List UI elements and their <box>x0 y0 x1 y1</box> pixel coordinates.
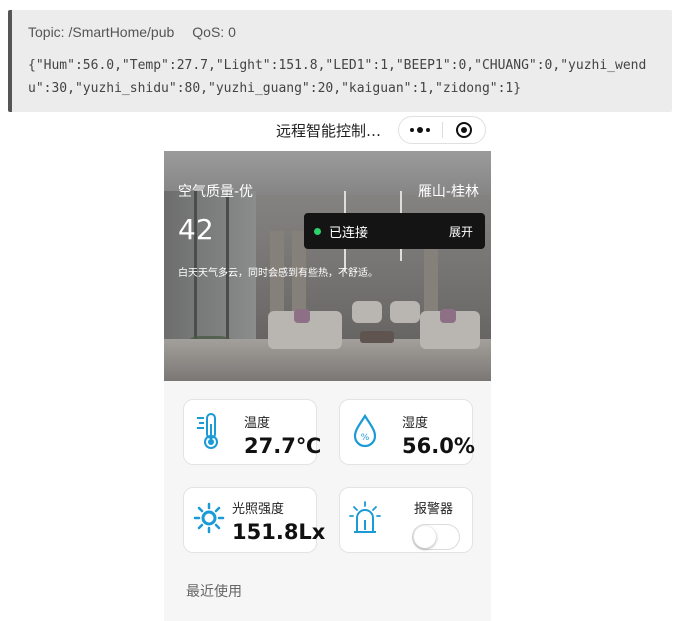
light-value: 151.8Lx <box>232 520 326 544</box>
hero-cushion <box>294 309 310 323</box>
alarm-light-icon <box>349 501 381 533</box>
sun-icon <box>193 502 225 534</box>
hero-chair <box>352 301 382 323</box>
hero-banner: 空气质量-优 雁山-桂林 42 白天天气多云，同时会感到有些热，不舒适。 已连接… <box>164 151 491 381</box>
recent-used-heading: 最近使用 <box>186 584 242 600</box>
miniprogram-title: 远程智能控制… <box>276 122 382 140</box>
toggle-knob <box>414 526 436 548</box>
temperature-label: 温度 <box>244 416 271 431</box>
light-card[interactable]: 光照强度 151.8Lx <box>183 487 325 553</box>
light-label: 光照强度 <box>232 502 285 517</box>
svg-text:%: % <box>361 433 370 443</box>
location-label: 雁山-桂林 <box>417 184 479 200</box>
aqi-value: 42 <box>178 213 214 246</box>
hero-cushion <box>440 309 456 323</box>
phone-screen: 空气质量-优 雁山-桂林 42 白天天气多云，同时会感到有些热，不舒适。 已连接… <box>164 151 491 621</box>
mqtt-meta: Topic: /SmartHome/pub QoS: 0 <box>28 24 672 40</box>
humidity-card[interactable]: % 湿度 56.0% <box>339 399 475 465</box>
water-drop-icon: % <box>353 413 377 448</box>
temperature-card[interactable]: 温度 27.7℃ <box>183 399 321 465</box>
temperature-value: 27.7℃ <box>244 434 322 458</box>
weather-description: 白天天气多云，同时会感到有些热，不舒适。 <box>178 268 378 279</box>
alarm-label: 报警器 <box>414 502 454 517</box>
hero-table <box>360 331 394 343</box>
thermometer-icon <box>197 413 218 449</box>
alarm-toggle[interactable] <box>412 524 460 550</box>
connection-bar[interactable]: 已连接 展开 <box>304 213 485 249</box>
expand-button[interactable]: 展开 <box>449 223 473 240</box>
alarm-card[interactable]: 报警器 <box>339 487 473 553</box>
mqtt-payload: {"Hum":56.0,"Temp":27.7,"Light":151.8,"L… <box>28 58 647 96</box>
humidity-value: 56.0% <box>402 434 475 458</box>
hero-chair <box>390 301 420 323</box>
connection-status-text: 已连接 <box>329 225 369 241</box>
connection-status-dot <box>314 227 321 235</box>
humidity-label: 湿度 <box>402 416 429 431</box>
mqtt-qos: QoS: 0 <box>192 24 236 40</box>
more-dots-icon[interactable] <box>399 117 442 143</box>
miniprogram-capsule <box>398 116 486 144</box>
mqtt-message-panel: Topic: /SmartHome/pub QoS: 0 {"Hum":56.0,… <box>8 10 672 112</box>
target-circle-icon[interactable] <box>443 117 486 143</box>
mqtt-topic: Topic: /SmartHome/pub <box>28 24 175 40</box>
air-quality-label: 空气质量-优 <box>178 184 254 200</box>
